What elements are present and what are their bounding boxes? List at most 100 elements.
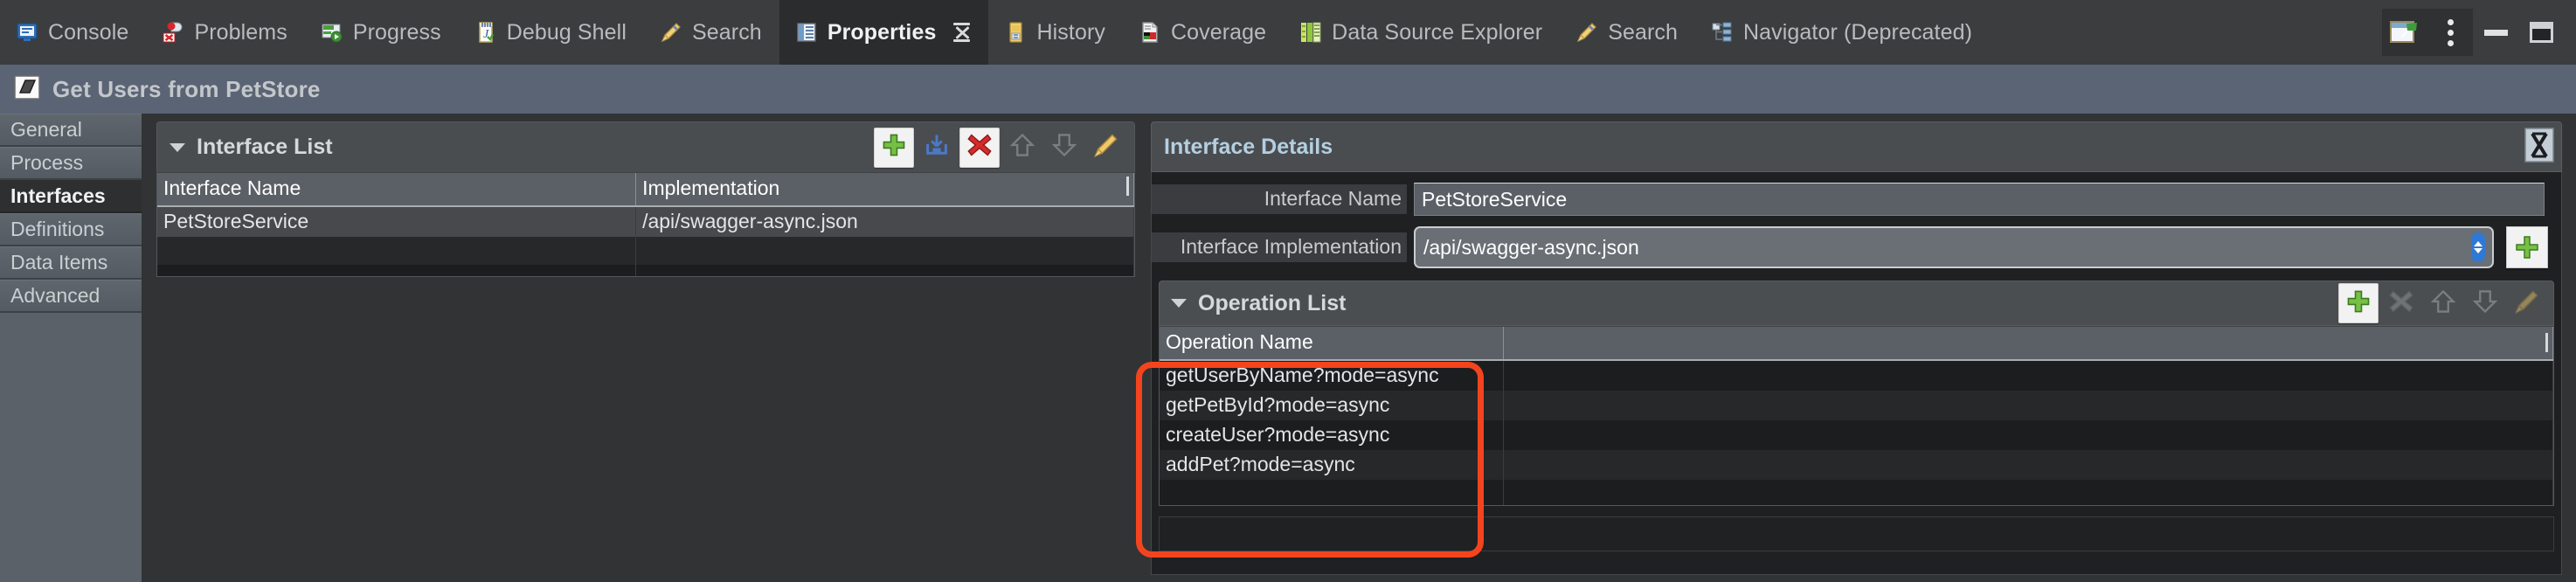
operation-list-table-wrap: Operation Name getUserByName?mode=async g…: [1159, 326, 2554, 506]
column-header-operation-extra[interactable]: [1503, 327, 2553, 361]
svg-text:J: J: [483, 28, 489, 41]
interface-implementation-combo[interactable]: /api/swagger-async.json: [1414, 226, 2494, 268]
combo-stepper-icon[interactable]: [2471, 232, 2485, 262]
chevron-down-icon[interactable]: [1171, 299, 1187, 308]
cell-operation-extra: [1503, 450, 2553, 480]
properties-icon: [795, 21, 818, 44]
table-row[interactable]: [157, 265, 1134, 276]
search-pencil-icon: [660, 21, 682, 44]
tab-coverage[interactable]: Coverage: [1123, 0, 1284, 65]
add-operation-button[interactable]: [2338, 283, 2379, 323]
interface-list-table-wrap: Interface Name Implementation PetStoreSe…: [156, 172, 1135, 277]
operation-list-toolbar: [2338, 283, 2546, 323]
delete-operation-button: [2382, 284, 2420, 322]
pin-view-icon[interactable]: [2382, 9, 2427, 56]
close-icon[interactable]: [953, 23, 971, 42]
edit-interface-button[interactable]: [1087, 128, 1125, 167]
table-row[interactable]: [1160, 480, 2553, 505]
tab-history[interactable]: History: [988, 0, 1122, 65]
column-header-interface-name[interactable]: Interface Name: [157, 173, 637, 207]
table-row[interactable]: createUser?mode=async: [1160, 420, 2553, 450]
maximize-restore-icon[interactable]: [2524, 127, 2554, 167]
interface-details-title: Interface Details: [1164, 134, 1333, 159]
table-row[interactable]: getUserByName?mode=async: [1160, 360, 2553, 391]
sidebar-item-process[interactable]: Process: [0, 147, 142, 180]
minimize-icon[interactable]: [2473, 9, 2518, 56]
table-row[interactable]: PetStoreService/api/swagger-async.json: [157, 206, 1134, 237]
interface-name-field[interactable]: PetStoreService: [1414, 183, 2545, 216]
sidebar-item-definitions[interactable]: Definitions: [0, 213, 142, 246]
delete-interface-button[interactable]: [959, 127, 1000, 168]
view-tabs: Console Problems Progress J Debug Shell Searc…: [0, 0, 2382, 65]
operation-details-placeholder: [1159, 516, 2554, 551]
progress-icon: [321, 21, 343, 44]
tab-label: Coverage: [1170, 19, 1267, 45]
cell-interface-name: [157, 237, 637, 265]
tab-properties[interactable]: Properties: [779, 0, 989, 65]
tab-label: Properties: [827, 19, 937, 45]
tab-problems[interactable]: Problems: [146, 0, 304, 65]
properties-view-body: General Process Interfaces Definitions Data …: [0, 114, 2576, 582]
tab-progress[interactable]: Progress: [305, 0, 459, 65]
interface-implementation-label: Interface Implementation: [1152, 232, 1407, 262]
interface-details-section: Interface Details Interface Name PetStor…: [1151, 121, 2562, 575]
plus-green-icon: [2345, 288, 2372, 319]
table-row[interactable]: addPet?mode=async: [1160, 450, 2553, 480]
cell-operation-name: [1160, 480, 1505, 505]
table-row[interactable]: getPetById?mode=async: [1160, 391, 2553, 420]
move-up-button: [1003, 128, 1042, 167]
editor-title-bar: Get Users from PetStore: [0, 65, 2576, 114]
edit-operation-button: [2508, 284, 2546, 322]
diagram-icon: [14, 74, 40, 104]
table-header-row: Interface Name Implementation: [157, 173, 1134, 207]
arrow-down-icon: [2472, 288, 2498, 319]
add-interface-button[interactable]: [874, 127, 914, 168]
interface-list-table: Interface Name Implementation PetStoreSe…: [157, 173, 1134, 276]
pencil-icon: [1093, 132, 1119, 163]
cell-implementation: [635, 265, 1134, 276]
plus-green-icon: [881, 132, 907, 163]
import-tray-icon: [924, 132, 950, 163]
column-resize-grip[interactable]: [1126, 177, 1129, 196]
cell-implementation: [635, 237, 1134, 265]
interface-list-toolbar: [874, 127, 1125, 168]
interface-details-body: Interface Name PetStoreService Interface…: [1151, 172, 2562, 575]
tab-label: Search: [692, 19, 762, 45]
column-header-implementation[interactable]: Implementation: [635, 173, 1134, 207]
tab-search[interactable]: Search: [1560, 0, 1695, 65]
problems-icon: [162, 21, 184, 44]
view-menu-icon[interactable]: [2427, 9, 2473, 56]
move-down-button: [1045, 128, 1084, 167]
view-tab-bar: Console Problems Progress J Debug Shell Searc…: [0, 0, 2576, 66]
tab-navigator-deprecated[interactable]: Navigator (Deprecated): [1695, 0, 1990, 65]
maximize-icon[interactable]: [2518, 9, 2564, 56]
tab-debug-shell[interactable]: J Debug Shell: [459, 0, 644, 65]
operation-list-header: Operation List: [1159, 281, 2554, 326]
pencil-icon: [2514, 288, 2540, 319]
column-resize-grip[interactable]: [2545, 332, 2548, 352]
tab-search[interactable]: Search: [644, 0, 779, 65]
debug-shell-icon: J: [474, 21, 497, 44]
tab-label: Problems: [194, 19, 287, 45]
table-row[interactable]: [157, 237, 1134, 265]
tab-label: Search: [1608, 19, 1678, 45]
sidebar-item-advanced[interactable]: Advanced: [0, 280, 142, 313]
tab-label: Data Source Explorer: [1332, 19, 1543, 45]
tab-label: Debug Shell: [506, 19, 627, 45]
tab-label: Navigator (Deprecated): [1743, 19, 1973, 45]
tab-label: Progress: [352, 19, 441, 45]
sidebar-item-general[interactable]: General: [0, 114, 142, 147]
tab-console[interactable]: Console: [0, 0, 146, 65]
sidebar-item-data-items[interactable]: Data Items: [0, 246, 142, 280]
chevron-down-icon[interactable]: [170, 142, 185, 152]
tab-data-source-explorer[interactable]: Data Source Explorer: [1284, 0, 1560, 65]
interface-name-row: Interface Name PetStoreService: [1152, 183, 2547, 216]
history-icon: [1004, 21, 1027, 44]
add-implementation-button[interactable]: [2506, 226, 2548, 268]
sidebar-item-interfaces[interactable]: Interfaces: [0, 180, 142, 213]
properties-nav-rail: General Process Interfaces Definitions Data …: [0, 114, 142, 582]
column-header-operation-name[interactable]: Operation Name: [1160, 327, 1505, 361]
cell-interface-name: [157, 265, 637, 276]
cell-operation-extra: [1503, 391, 2553, 420]
import-interface-button[interactable]: [918, 128, 956, 167]
